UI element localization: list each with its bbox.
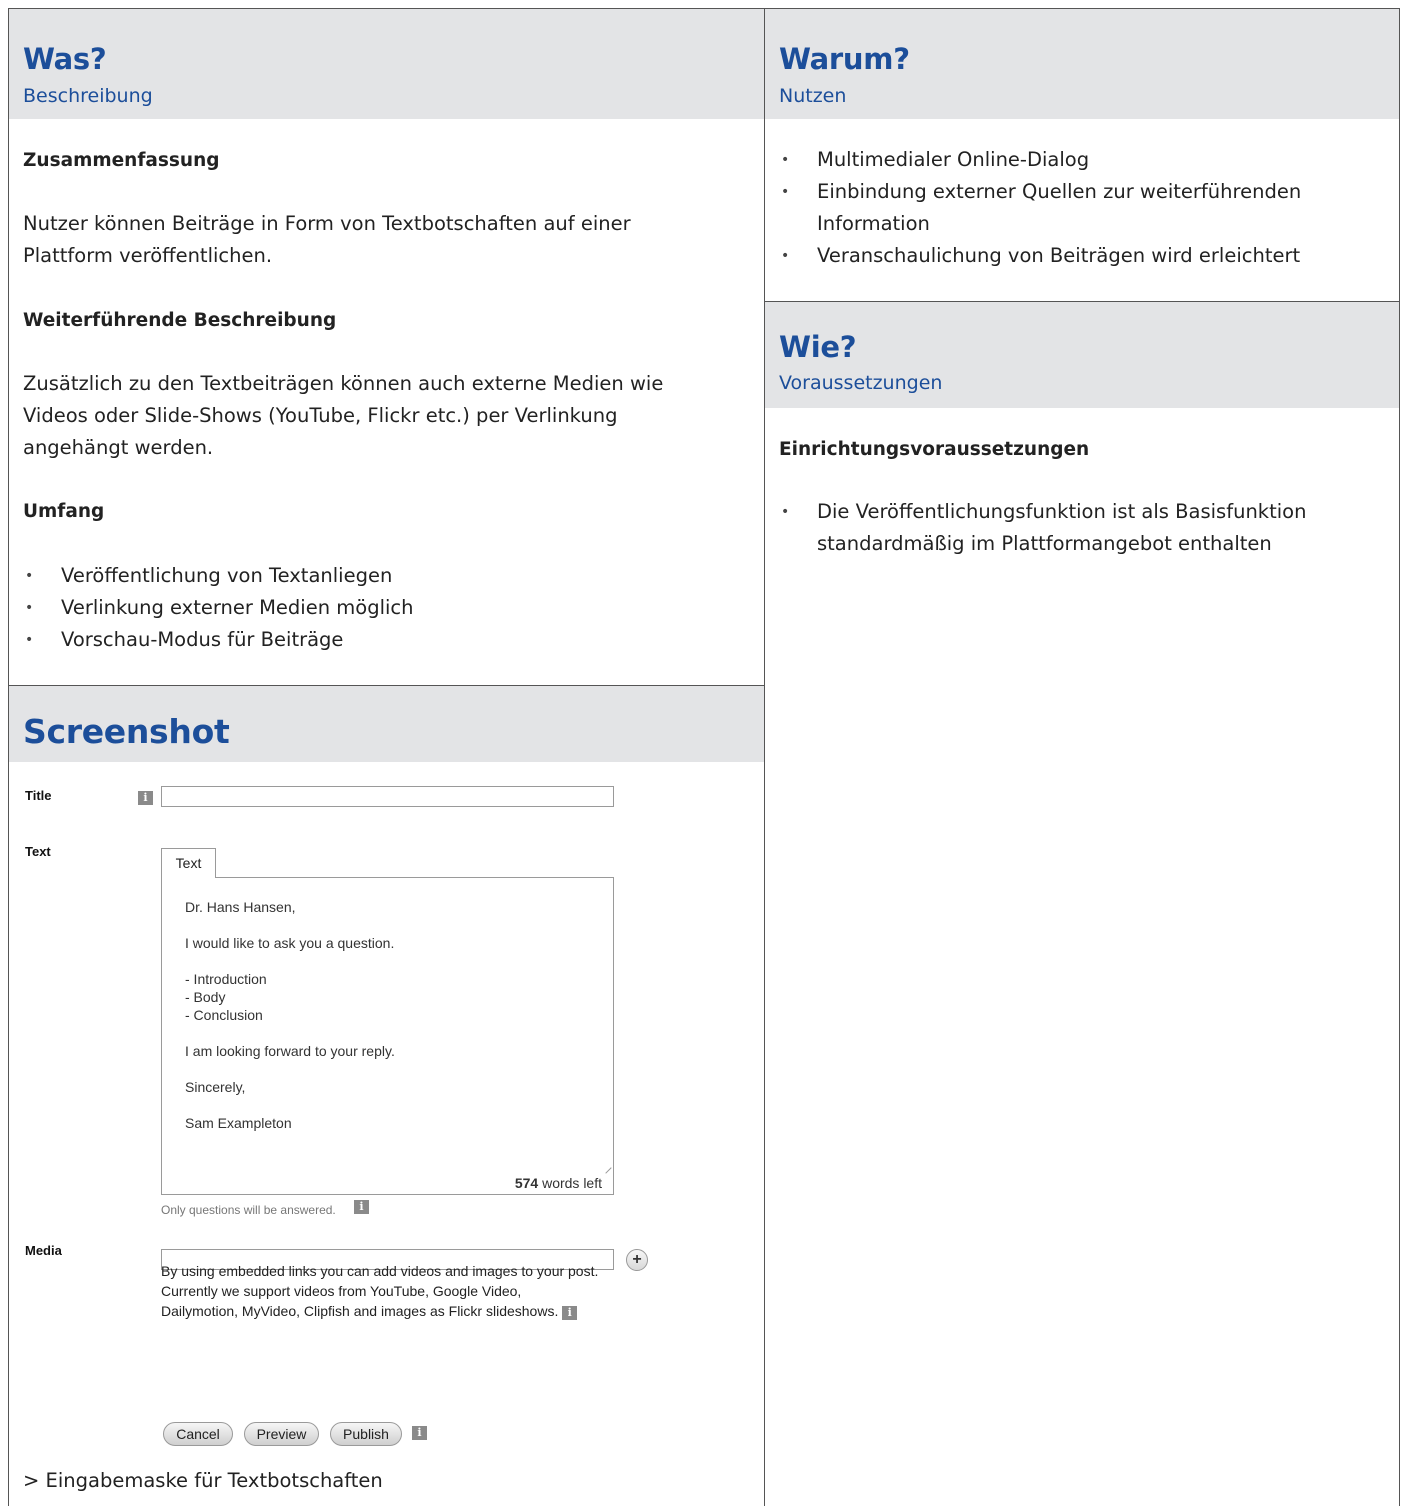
summary-text: Nutzer können Beiträge in Form von Textb… [23, 212, 631, 267]
warum-header: Warum? Nutzen [765, 9, 1399, 119]
right-column: Warum? Nutzen Multimedialer Online-Dialo… [764, 8, 1400, 1506]
cancel-button[interactable]: Cancel [163, 1422, 233, 1446]
wie-list: Die Veröffentlichungsfunktion ist als Ba… [779, 496, 1379, 560]
info-icon[interactable]: i [138, 791, 153, 805]
list-item: Verlinkung externer Medien möglich [23, 592, 414, 624]
screenshot-title: Screenshot [23, 712, 230, 751]
was-header: Was? Beschreibung [9, 9, 764, 119]
warum-subtitle: Nutzen [779, 85, 847, 107]
words-left-counter: 574 words left [515, 1175, 602, 1191]
wie-header: Wie? Voraussetzungen [765, 302, 1399, 408]
info-icon[interactable]: i [562, 1306, 578, 1320]
further-text: Zusätzlich zu den Textbeiträgen können a… [23, 372, 664, 459]
screenshot-header: Screenshot [9, 686, 764, 762]
wie-title: Wie? [779, 330, 857, 364]
warum-list: Multimedialer Online-Dialog Einbindung e… [779, 144, 1379, 272]
preview-button[interactable]: Preview [244, 1422, 319, 1446]
list-item: Einbindung externer Quellen zur weiterfü… [779, 176, 1379, 240]
was-title: Was? [23, 42, 107, 76]
words-count: 574 [514, 1175, 539, 1191]
media-help-text: By using embedded links you can add vide… [161, 1261, 601, 1321]
questions-hint: Only questions will be answered. [161, 1203, 336, 1217]
warum-title: Warum? [779, 42, 910, 76]
words-suffix: words left [542, 1175, 602, 1191]
further-heading: Weiterführende Beschreibung [23, 310, 337, 331]
summary-heading: Zusammenfassung [23, 150, 220, 171]
media-label: Media [25, 1243, 62, 1258]
scope-heading: Umfang [23, 501, 105, 522]
wie-heading: Einrichtungsvoraussetzungen [779, 439, 1090, 460]
title-label: Title [25, 788, 52, 803]
text-label: Text [25, 844, 51, 859]
title-input[interactable] [161, 786, 614, 807]
list-item: Multimedialer Online-Dialog [779, 144, 1379, 176]
wie-subtitle: Voraussetzungen [779, 372, 943, 394]
info-icon[interactable]: i [354, 1200, 369, 1214]
info-icon[interactable]: i [412, 1426, 427, 1440]
list-item: Die Veröffentlichungsfunktion ist als Ba… [779, 496, 1379, 560]
list-item: Veröffentlichung von Textanliegen [23, 560, 414, 592]
tab-text[interactable]: Text [161, 848, 216, 878]
add-media-button[interactable]: + [626, 1249, 648, 1271]
publish-button[interactable]: Publish [330, 1422, 402, 1446]
left-column: Was? Beschreibung Zusammenfassung Nutzer… [8, 8, 765, 1506]
scope-list: Veröffentlichung von Textanliegen Verlin… [23, 560, 414, 656]
post-form: Title i Text Text Dr. Hans Hansen, I wou… [9, 762, 764, 1462]
screenshot-caption: > Eingabemaske für Textbotschaften [23, 1469, 383, 1492]
resize-handle-icon[interactable] [600, 1162, 612, 1174]
media-help-body: By using embedded links you can add vide… [161, 1263, 599, 1319]
was-subtitle: Beschreibung [23, 85, 153, 107]
text-body: Dr. Hans Hansen, I would like to ask you… [185, 899, 395, 1131]
list-item: Veranschaulichung von Beiträgen wird erl… [779, 240, 1379, 272]
text-body-textarea[interactable]: Dr. Hans Hansen, I would like to ask you… [161, 877, 614, 1195]
list-item: Vorschau-Modus für Beiträge [23, 624, 414, 656]
